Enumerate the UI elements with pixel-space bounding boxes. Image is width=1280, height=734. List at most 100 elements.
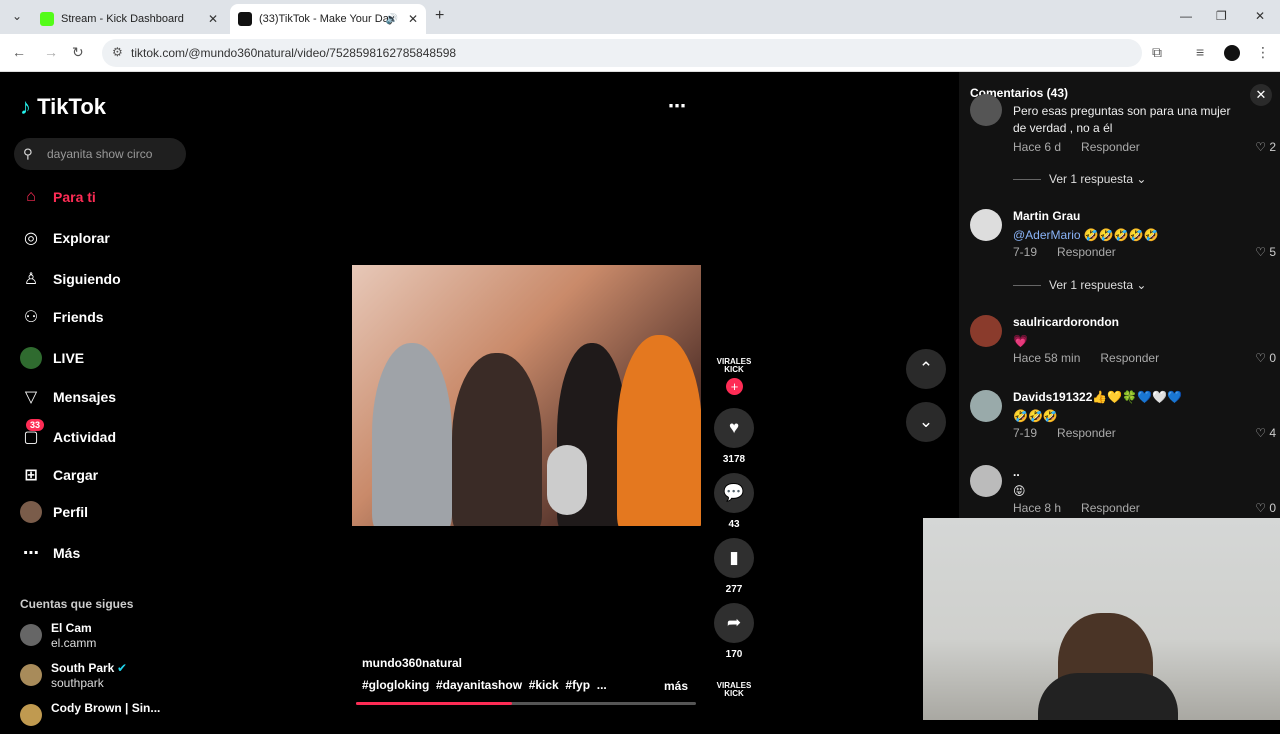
view-replies-button[interactable]: Ver 1 respuesta ⌄ bbox=[1013, 172, 1146, 186]
nav-cargar[interactable]: ⊞ Cargar bbox=[20, 463, 98, 487]
site-info-icon[interactable]: ⚙ bbox=[112, 45, 123, 59]
comment-item: Davids191322👍💛🍀💙🤍💙 🤣🤣🤣 7-19 Responder ♡ 4 bbox=[970, 390, 1276, 450]
video-hashtags[interactable]: #glogloking #dayanitashow #kick #fyp ... bbox=[362, 678, 607, 692]
share-icon[interactable]: ➦ bbox=[714, 603, 754, 643]
close-tab-icon[interactable]: ✕ bbox=[408, 12, 418, 26]
comment-icon[interactable]: 💬 bbox=[714, 473, 754, 513]
reply-button[interactable]: Responder bbox=[1100, 351, 1159, 365]
upload-icon: ⊞ bbox=[24, 467, 38, 484]
search-input[interactable]: ⚲ dayanita show circo bbox=[14, 138, 186, 170]
heart-icon[interactable]: ♥ bbox=[714, 408, 754, 448]
browser-tab-strip: ⌄ Stream - Kick Dashboard ✕ (33)TikTok -… bbox=[0, 0, 1280, 34]
tab-title: (33)TikTok - Make Your Day bbox=[259, 13, 395, 25]
address-bar-row: ← → ↻ ⚙ tiktok.com/@mundo360natural/vide… bbox=[0, 34, 1280, 72]
more-caption-link[interactable]: más bbox=[664, 679, 688, 693]
forward-icon[interactable]: → bbox=[44, 44, 58, 60]
nav-para-ti[interactable]: ⌂ Para ti bbox=[20, 185, 96, 209]
tab-list-chevron-icon[interactable]: ⌄ bbox=[12, 9, 22, 23]
home-icon: ⌂ bbox=[26, 188, 36, 205]
nav-explorar[interactable]: ◎ Explorar bbox=[20, 226, 110, 250]
nav-mas[interactable]: ⋯ Más bbox=[20, 541, 80, 565]
tiktok-note-icon: ♪ bbox=[20, 94, 31, 119]
video-player[interactable] bbox=[352, 265, 701, 526]
following-account[interactable]: El Cam el.camm bbox=[20, 620, 190, 654]
reply-button[interactable]: Responder bbox=[1057, 245, 1116, 259]
following-icon: ♙ bbox=[23, 271, 39, 288]
follow-plus-button[interactable]: + bbox=[726, 378, 743, 395]
creator-avatar[interactable]: VIRALES KICK bbox=[716, 358, 752, 374]
avatar[interactable] bbox=[970, 465, 1002, 497]
share-action[interactable]: ➦ 170 bbox=[714, 603, 754, 660]
tab-kick-dashboard[interactable]: Stream - Kick Dashboard ✕ bbox=[32, 4, 226, 34]
video-author[interactable]: mundo360natural bbox=[362, 656, 462, 670]
avatar bbox=[20, 664, 42, 686]
tab-title: Stream - Kick Dashboard bbox=[61, 13, 184, 25]
search-icon: ⚲ bbox=[23, 146, 33, 161]
profile-icon bbox=[20, 501, 42, 523]
url-field[interactable]: ⚙ tiktok.com/@mundo360natural/video/7528… bbox=[102, 39, 1142, 67]
close-tab-icon[interactable]: ✕ bbox=[208, 12, 218, 26]
view-replies-button[interactable]: Ver 1 respuesta ⌄ bbox=[1013, 278, 1146, 292]
like-comment-button[interactable]: ♡ 2 bbox=[1255, 140, 1276, 154]
browser-menu-icon[interactable]: ⋮ bbox=[1256, 44, 1270, 61]
comments-panel: Comentarios (43) ✕ Pero esas preguntas s… bbox=[959, 72, 1280, 518]
minimize-icon[interactable]: — bbox=[1180, 9, 1192, 23]
avatar bbox=[20, 704, 42, 726]
avatar[interactable] bbox=[970, 315, 1002, 347]
like-comment-button[interactable]: ♡ 0 bbox=[1255, 351, 1276, 365]
profile-avatar-icon[interactable] bbox=[1224, 45, 1240, 61]
tab-tiktok[interactable]: (33)TikTok - Make Your Day 🔊 ✕ bbox=[230, 4, 426, 34]
audio-playing-icon[interactable]: 🔊 bbox=[386, 14, 398, 25]
media-icon[interactable]: ≡ bbox=[1196, 44, 1204, 60]
like-comment-button[interactable]: ♡ 4 bbox=[1255, 426, 1276, 440]
avatar[interactable] bbox=[970, 390, 1002, 422]
like-comment-button[interactable]: ♡ 5 bbox=[1255, 245, 1276, 259]
video-person-1 bbox=[372, 343, 452, 526]
reply-button[interactable]: Responder bbox=[1081, 501, 1140, 515]
close-window-icon[interactable]: ✕ bbox=[1255, 9, 1265, 23]
comment-item: saulricardorondon 💗 Hace 58 min Responder… bbox=[970, 315, 1276, 375]
save-action[interactable]: ▮ 277 bbox=[714, 538, 754, 595]
nav-mensajes[interactable]: ▽ Mensajes bbox=[20, 385, 116, 409]
previous-video-button[interactable]: ⌃ bbox=[906, 349, 946, 389]
webcam-person-body bbox=[1038, 673, 1178, 720]
reply-button[interactable]: Responder bbox=[1057, 426, 1116, 440]
chevron-down-icon: ⌄ bbox=[918, 412, 934, 431]
reply-button[interactable]: Responder bbox=[1081, 140, 1140, 154]
nav-live[interactable]: LIVE bbox=[20, 346, 84, 370]
nav-actividad[interactable]: ▢ 33 Actividad bbox=[20, 419, 116, 449]
following-header: Cuentas que sigues bbox=[20, 597, 134, 611]
avatar[interactable] bbox=[970, 94, 1002, 126]
webcam-overlay bbox=[923, 518, 1280, 720]
following-account[interactable]: South Park ✔ southpark bbox=[20, 660, 190, 694]
avatar bbox=[20, 624, 42, 646]
tiktok-logo[interactable]: ♪ TikTok bbox=[20, 94, 106, 120]
next-video-button[interactable]: ⌄ bbox=[906, 402, 946, 442]
restore-icon[interactable]: ❐ bbox=[1216, 9, 1227, 23]
video-progress-bar[interactable] bbox=[356, 702, 696, 705]
microphone-icon bbox=[547, 445, 587, 515]
reload-icon[interactable]: ↻ bbox=[72, 44, 84, 61]
video-options-icon[interactable]: ⋯ bbox=[668, 96, 686, 117]
nav-friends[interactable]: ⚇ Friends bbox=[20, 305, 104, 329]
activity-badge: 33 bbox=[26, 419, 45, 431]
video-progress-fill bbox=[356, 702, 513, 705]
like-comment-button[interactable]: ♡ 0 bbox=[1255, 501, 1276, 515]
back-icon[interactable]: ← bbox=[12, 44, 26, 60]
compass-icon: ◎ bbox=[24, 230, 38, 247]
music-disc-avatar[interactable]: VIRALES KICK bbox=[716, 682, 752, 698]
bookmark-icon[interactable]: ▮ bbox=[714, 538, 754, 578]
like-action[interactable]: ♥ 3178 bbox=[714, 408, 754, 465]
extensions-icon[interactable]: ⧉ bbox=[1152, 44, 1162, 61]
url-text: tiktok.com/@mundo360natural/video/752859… bbox=[131, 46, 457, 60]
new-tab-icon[interactable]: + bbox=[435, 7, 444, 25]
nav-siguiendo[interactable]: ♙ Siguiendo bbox=[20, 267, 121, 291]
mention-link[interactable]: @AderMario bbox=[1013, 228, 1081, 242]
following-account[interactable]: Cody Brown | Sin... bbox=[20, 700, 190, 734]
messages-icon: ▽ bbox=[24, 389, 38, 406]
avatar[interactable] bbox=[970, 209, 1002, 241]
comment-item: Pero esas preguntas son para una mujer d… bbox=[970, 94, 1276, 164]
video-person-4 bbox=[617, 335, 701, 526]
comment-action[interactable]: 💬 43 bbox=[714, 473, 754, 530]
nav-perfil[interactable]: Perfil bbox=[20, 500, 88, 524]
